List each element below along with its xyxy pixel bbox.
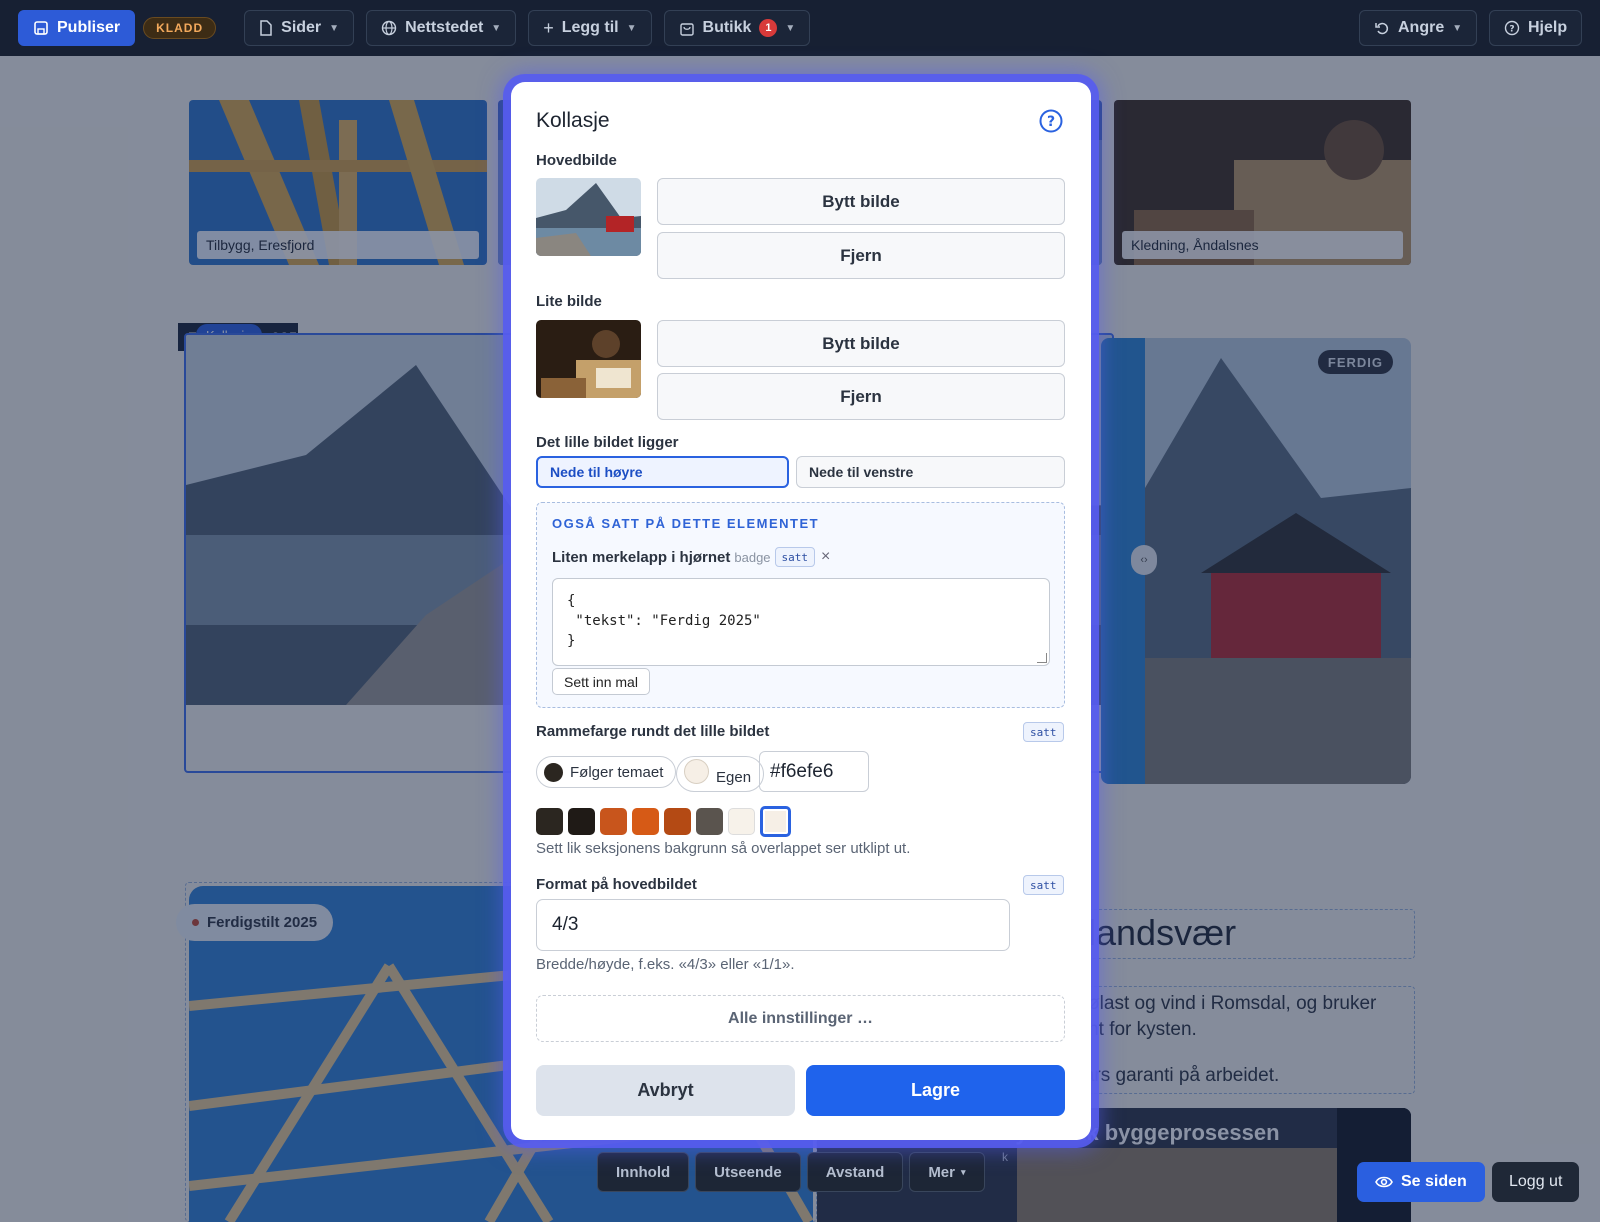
tab-more[interactable]: Mer ▾ bbox=[909, 1152, 985, 1192]
svg-text:?: ? bbox=[1047, 114, 1055, 130]
dialog-title: Kollasje bbox=[536, 109, 610, 132]
element-tabs: Innhold Utseende Avstand Mer ▾ bbox=[597, 1152, 985, 1192]
tab-content[interactable]: Innhold bbox=[597, 1152, 690, 1192]
tab-more-label: Mer bbox=[928, 1163, 955, 1181]
frame-color-set-chip: satt bbox=[1023, 722, 1064, 742]
help-icon[interactable]: ? bbox=[1039, 109, 1063, 133]
swatch-4[interactable] bbox=[632, 808, 659, 835]
add-menu[interactable]: + Legg til ▼ bbox=[528, 10, 652, 46]
badge-field-row: Liten merkelapp i hjørnet badge satt × bbox=[552, 547, 830, 567]
pages-menu[interactable]: Sider ▼ bbox=[244, 10, 355, 46]
small-image-thumbnail bbox=[536, 320, 641, 398]
swatch-1[interactable] bbox=[536, 808, 563, 835]
chevron-down-icon: ▼ bbox=[329, 22, 340, 34]
remove-small-image-button[interactable]: Fjern bbox=[657, 373, 1065, 420]
frame-color-hint: Sett lik seksjonens bakgrunn så overlapp… bbox=[536, 840, 911, 857]
frame-color-label: Rammefarge rundt det lille bildet bbox=[536, 723, 770, 740]
resize-handle-icon[interactable] bbox=[1037, 653, 1047, 663]
shopping-bag-icon bbox=[679, 23, 694, 36]
follows-theme-label: Følger temaet bbox=[570, 763, 664, 781]
shop-count-badge: 1 bbox=[759, 19, 778, 37]
custom-color-dot bbox=[684, 758, 709, 784]
small-image-label: Lite bilde bbox=[536, 293, 602, 310]
chevron-down-icon: ▼ bbox=[626, 22, 637, 34]
save-button[interactable]: Lagre bbox=[806, 1065, 1065, 1116]
set-chip: satt bbox=[774, 547, 816, 567]
publish-button[interactable]: Publiser bbox=[18, 10, 136, 46]
swatch-8-selected[interactable] bbox=[760, 806, 791, 837]
website-label: Nettstedet bbox=[405, 19, 484, 36]
help-label: Hjelp bbox=[1528, 19, 1568, 36]
tab-appearance[interactable]: Utseende bbox=[695, 1152, 801, 1192]
format-set-chip: satt bbox=[1023, 875, 1064, 895]
chevron-down-icon: ▾ bbox=[961, 1166, 966, 1177]
view-site-label: Se siden bbox=[1401, 1173, 1467, 1190]
woodwork-image bbox=[536, 320, 641, 398]
format-label: Format på hovedbildet bbox=[536, 876, 697, 893]
add-label: Legg til bbox=[561, 19, 619, 36]
website-menu[interactable]: Nettstedet ▼ bbox=[366, 10, 517, 46]
view-site-button[interactable]: Se siden bbox=[1357, 1162, 1485, 1202]
remove-main-image-button[interactable]: Fjern bbox=[657, 232, 1065, 279]
insert-template-button[interactable]: Sett inn mal bbox=[552, 668, 650, 695]
custom-label: Egen bbox=[716, 768, 752, 786]
main-image-thumbnail bbox=[536, 178, 641, 256]
logout-button[interactable]: Logg ut bbox=[1492, 1162, 1580, 1202]
cancel-button[interactable]: Avbryt bbox=[536, 1065, 795, 1116]
custom-color-option[interactable]: Egen bbox=[676, 756, 765, 792]
theme-color-dot bbox=[544, 762, 563, 782]
svg-text:?: ? bbox=[1509, 25, 1514, 35]
draft-badge: KLADD bbox=[143, 17, 217, 39]
also-set-panel: OGSÅ SATT PÅ DETTE ELEMENTET Liten merke… bbox=[536, 502, 1065, 708]
undo-menu[interactable]: Angre ▼ bbox=[1359, 10, 1478, 46]
swatch-3[interactable] bbox=[600, 808, 627, 835]
undo-label: Angre bbox=[1398, 19, 1445, 36]
shop-label: Butikk bbox=[702, 19, 752, 36]
badge-field-key: badge bbox=[734, 549, 771, 565]
page-icon bbox=[260, 20, 272, 36]
publish-label: Publiser bbox=[57, 19, 121, 36]
help-circle-icon: ? bbox=[1504, 20, 1520, 36]
question-circle-icon: ? bbox=[1039, 109, 1063, 133]
shop-menu[interactable]: Butikk 1 ▼ bbox=[663, 10, 811, 46]
position-bottom-left[interactable]: Nede til venstre bbox=[796, 456, 1065, 488]
chevron-down-icon: ▼ bbox=[1452, 22, 1463, 34]
chevron-down-icon: ▼ bbox=[785, 22, 796, 34]
swatch-7[interactable] bbox=[728, 808, 755, 835]
pages-label: Sider bbox=[281, 19, 322, 36]
swatch-6[interactable] bbox=[696, 808, 723, 835]
tab-spacing[interactable]: Avstand bbox=[806, 1152, 904, 1192]
help-button[interactable]: ? Hjelp bbox=[1489, 10, 1583, 46]
clear-field-icon[interactable]: × bbox=[821, 548, 830, 566]
eye-icon bbox=[1375, 1176, 1393, 1188]
chevron-down-icon: ▼ bbox=[491, 22, 502, 34]
follows-theme-option[interactable]: Følger temaet bbox=[536, 756, 677, 788]
position-label: Det lille bildet ligger bbox=[536, 434, 679, 451]
format-hint: Bredde/høyde, f.eks. «4/3» eller «1/1». bbox=[536, 956, 795, 973]
hex-color-input[interactable]: #f6efe6 bbox=[759, 751, 869, 792]
save-icon bbox=[34, 21, 48, 35]
replace-main-image-button[interactable]: Bytt bilde bbox=[657, 178, 1065, 225]
mountain-cabin-image bbox=[536, 178, 641, 256]
swatch-2[interactable] bbox=[568, 808, 595, 835]
globe-icon bbox=[381, 20, 397, 36]
plus-icon: + bbox=[543, 17, 554, 38]
top-toolbar: Publiser KLADD Sider ▼ Nettstedet ▼ + Le… bbox=[0, 0, 1600, 56]
undo-icon bbox=[1375, 22, 1389, 35]
all-settings-button[interactable]: Alle innstillinger … bbox=[536, 995, 1065, 1042]
also-set-heading: OGSÅ SATT PÅ DETTE ELEMENTET bbox=[552, 516, 820, 531]
position-bottom-right[interactable]: Nede til høyre bbox=[536, 456, 789, 488]
format-input[interactable]: 4/3 bbox=[536, 899, 1010, 951]
main-image-label: Hovedbilde bbox=[536, 152, 617, 169]
badge-json-editor[interactable]: { "tekst": "Ferdig 2025" } bbox=[552, 578, 1050, 666]
replace-small-image-button[interactable]: Bytt bilde bbox=[657, 320, 1065, 367]
swatch-5[interactable] bbox=[664, 808, 691, 835]
badge-field-label: Liten merkelapp i hjørnet bbox=[552, 548, 731, 566]
collage-settings-dialog: Kollasje ? Hovedbilde Bytt bilde Fjern L… bbox=[511, 82, 1091, 1140]
